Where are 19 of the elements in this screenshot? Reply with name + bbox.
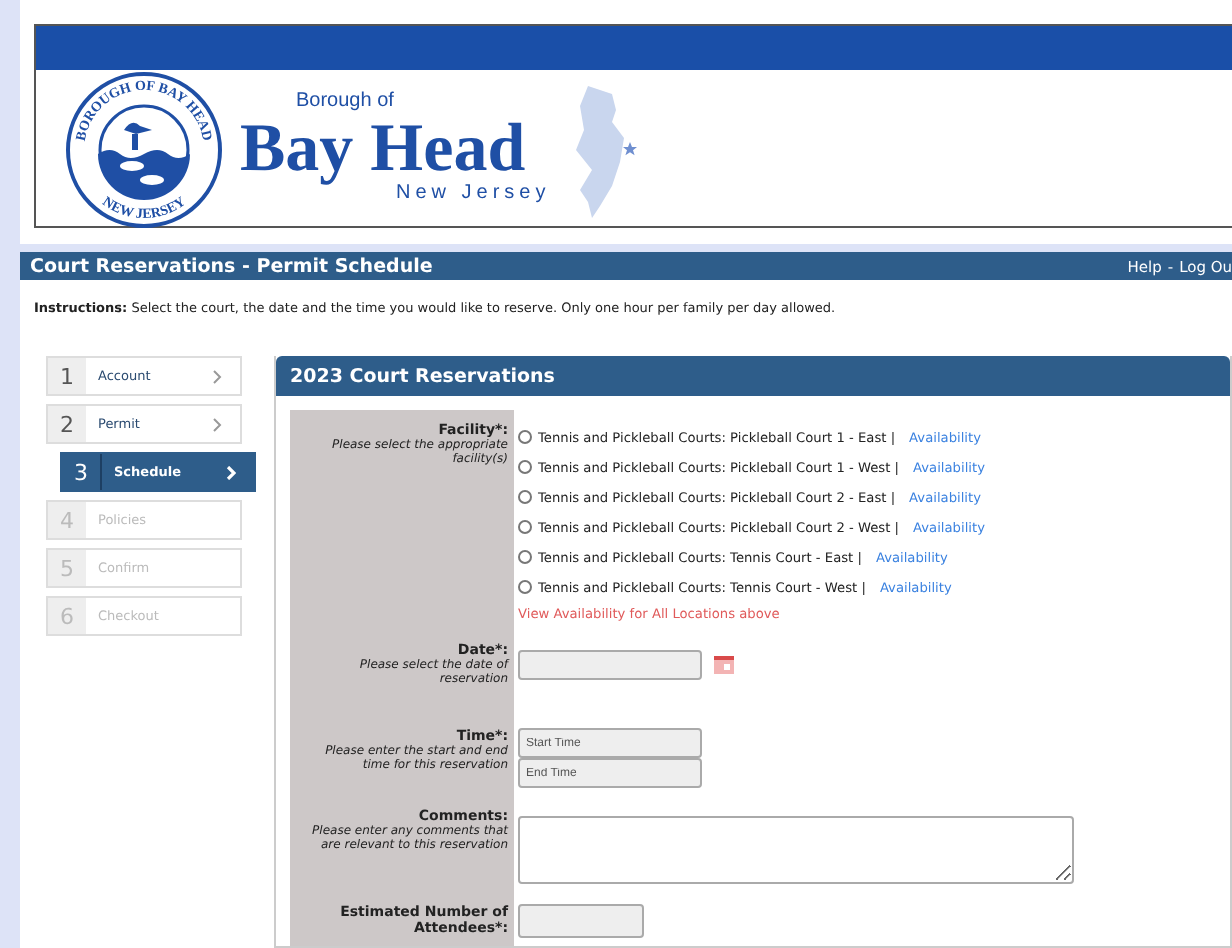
- radio-button[interactable]: [518, 460, 532, 474]
- radio-button[interactable]: [518, 430, 532, 444]
- brand-state: New Jersey: [396, 182, 551, 204]
- attendees-field[interactable]: [518, 904, 644, 938]
- calendar-icon[interactable]: [714, 656, 734, 674]
- brand-prefix: Borough of: [296, 90, 394, 112]
- radio-button[interactable]: [518, 490, 532, 504]
- chevron-icon: [212, 417, 222, 431]
- chevron-icon: [226, 465, 236, 479]
- date-field[interactable]: [518, 650, 702, 680]
- radio-button[interactable]: [518, 580, 532, 594]
- page-title: Court Reservations - Permit Schedule: [30, 255, 433, 278]
- comments-field[interactable]: [518, 816, 1074, 884]
- chevron-icon: [212, 369, 222, 383]
- brand-name: Bay Head: [240, 112, 526, 186]
- state-map-icon: [572, 82, 640, 222]
- panel-title: 2023 Court Reservations: [276, 356, 1230, 396]
- radio-button[interactable]: [518, 520, 532, 534]
- radio-button[interactable]: [518, 550, 532, 564]
